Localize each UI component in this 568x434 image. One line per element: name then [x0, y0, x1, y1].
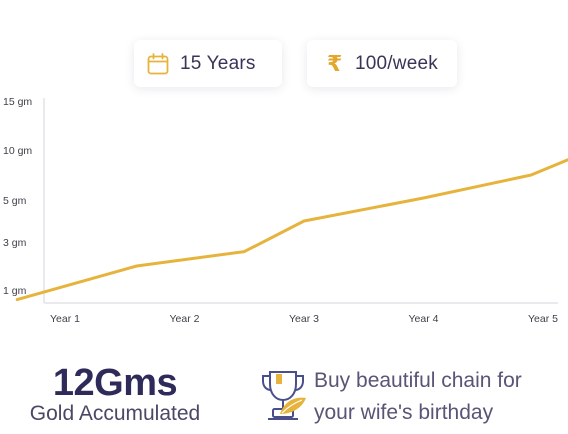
x-tick-label: Year 1	[50, 313, 80, 325]
calendar-icon	[146, 52, 170, 76]
y-tick-label: 10 gm	[3, 145, 32, 157]
y-tick-label: 5 gm	[3, 195, 27, 207]
amount-label: 100/week	[355, 52, 438, 74]
series-line-0	[15, 158, 568, 302]
promo-line-2: your wife's birthday	[314, 401, 494, 424]
x-tick-label: Year 3	[289, 313, 319, 325]
promo-text: Buy beautiful chain for your wife's birt…	[314, 365, 568, 429]
y-tick-label: 15 gm	[3, 96, 32, 108]
trophy-icon	[260, 368, 310, 427]
duration-label: 15 Years	[180, 52, 256, 74]
x-tick-label: Year 4	[409, 313, 439, 325]
duration-pill: 15 Years	[134, 40, 282, 87]
x-tick-label: Year 5	[528, 313, 558, 325]
x-tick-label: Year 2	[170, 313, 200, 325]
amount-pill: ₹ 100/week	[307, 40, 457, 87]
gold-total-value: 12Gms	[52, 362, 178, 404]
y-tick-label: 3 gm	[3, 237, 27, 249]
rupee-icon: ₹	[327, 50, 343, 76]
gold-total-caption: Gold Accumulated	[29, 402, 201, 425]
y-tick-label: 1 gm	[3, 285, 27, 297]
promo-line-1: Buy beautiful chain for	[314, 369, 522, 392]
gold-growth-chart: 1 gm 3 gm 5 gm 10 gm 15 gm Year 1 Year 2 Year 3…	[3, 96, 568, 325]
